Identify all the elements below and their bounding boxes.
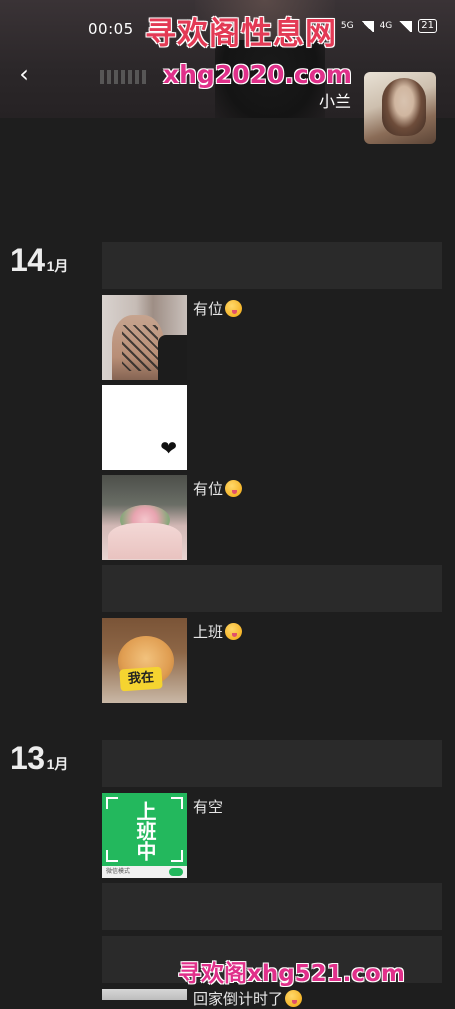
wink-face-icon	[285, 990, 303, 1007]
post-caption-text: 回家倒计时了	[193, 990, 284, 1008]
cat-tag-label: 我在	[119, 666, 163, 692]
post-caption-text: 有位	[193, 480, 224, 498]
signal-icon	[359, 20, 374, 32]
post-caption[interactable]: 有位	[193, 298, 243, 319]
date-day: 14	[10, 242, 45, 278]
wink-face-icon	[225, 480, 243, 497]
watermark-url: xhg2020.com	[163, 60, 352, 89]
back-arrow-icon[interactable]: ‹	[10, 60, 38, 88]
date-label: 13 1月	[10, 740, 68, 777]
post-caption[interactable]: 回家倒计时了	[193, 988, 303, 1009]
post-thumbnail[interactable]: ❤	[102, 385, 187, 470]
date-month: 1月	[46, 756, 69, 772]
frame-corner	[171, 850, 183, 862]
watermark-title: 寻欢阁性息网	[145, 16, 337, 52]
photo-content	[108, 523, 182, 559]
network-5g-label: 5G	[340, 21, 354, 31]
wink-face-icon	[225, 623, 243, 640]
post-thumbnail[interactable]	[102, 475, 187, 560]
heart-icon: ❤	[160, 436, 177, 460]
arrow-decoration	[100, 70, 148, 84]
wink-face-icon	[225, 300, 243, 317]
status-icons: 5G 4G 21	[341, 19, 437, 33]
status-time: 00:05	[88, 20, 134, 38]
frame-corner	[171, 797, 183, 809]
post-thumbnail[interactable]: 上班中 微信模式	[102, 793, 187, 878]
signal-icon	[398, 20, 413, 32]
post-thumbnail[interactable]	[102, 989, 187, 1000]
placeholder-bar	[102, 242, 442, 289]
post-thumbnail[interactable]: 我在	[102, 618, 187, 703]
date-month: 1月	[46, 258, 69, 274]
placeholder-bar	[102, 740, 442, 787]
post-caption[interactable]: 有位	[193, 478, 243, 499]
frame-corner	[106, 797, 118, 809]
post-caption-text: 上班	[193, 623, 224, 641]
watermark-bottom: 寻欢阁xhg521.com	[178, 961, 405, 987]
post-caption[interactable]: 上班	[193, 621, 243, 642]
post-caption-text: 有空	[193, 798, 224, 816]
photo-content	[122, 325, 158, 371]
toggle-icon	[169, 868, 183, 876]
frame-corner	[106, 850, 118, 862]
network-4g-label: 4G	[379, 21, 393, 31]
placeholder-bar	[102, 565, 442, 612]
post-thumbnail[interactable]	[102, 295, 187, 380]
battery-icon: 21	[418, 19, 437, 33]
avatar-portrait	[382, 78, 426, 136]
post-caption[interactable]: 有空	[193, 796, 223, 817]
post-caption-text: 有位	[193, 300, 224, 318]
status-text: 上班中	[133, 801, 157, 861]
date-label: 14 1月	[10, 242, 68, 279]
avatar[interactable]	[364, 72, 436, 144]
date-day: 13	[10, 740, 45, 776]
photo-content	[158, 335, 187, 380]
profile-name: 小兰	[319, 92, 352, 111]
placeholder-bar	[102, 883, 442, 930]
